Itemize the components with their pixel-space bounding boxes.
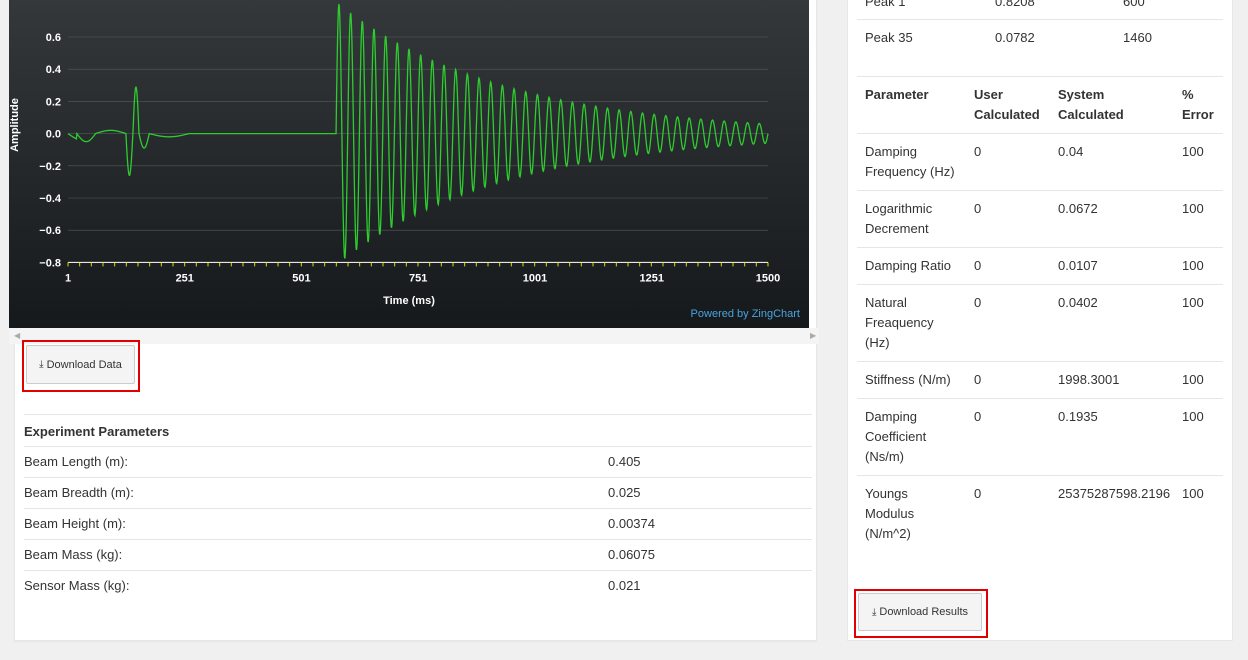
powered-by-link[interactable]: Powered by ZingChart [691, 308, 800, 320]
x-tick-label: 501 [292, 272, 310, 284]
param-value: 0.021 [608, 578, 641, 593]
param-row: Beam Mass (kg): 0.06075 [24, 539, 812, 570]
row-label-line: Frequency (Hz) [865, 164, 955, 179]
header-user-2: Calculated [974, 107, 1040, 122]
peak-amplitude: 0.8208 [995, 0, 1035, 9]
x-tick-label: 1251 [639, 272, 663, 284]
param-value: 0.025 [608, 485, 641, 500]
peak-time: 600 [1123, 0, 1145, 9]
param-label: Sensor Mass (kg): [24, 578, 130, 593]
download-icon: ⤓ [39, 359, 44, 370]
row-label-line: Modulus [865, 506, 915, 521]
download-data-button[interactable]: ⤓ Download Data [26, 345, 135, 384]
x-tick-label: 1001 [523, 272, 547, 284]
row-system: 25375287598.2196 [1058, 486, 1171, 501]
param-value: 0.00374 [608, 516, 655, 531]
row-user: 0 [974, 372, 982, 387]
param-label: Beam Mass (kg): [24, 547, 123, 562]
row-error: 100 [1182, 258, 1204, 273]
row-user: 0 [974, 201, 982, 216]
row-label-line: Damping [865, 144, 918, 159]
header-system-2: Calculated [1058, 107, 1124, 122]
scroll-left-icon[interactable]: ◀ [14, 331, 20, 341]
row-system: 1998.3001 [1058, 372, 1120, 387]
row-label-line: Damping Ratio [865, 258, 951, 273]
row-error: 100 [1182, 372, 1204, 387]
y-tick-label: −0.2 [39, 161, 61, 173]
row-system: 0.0672 [1058, 201, 1098, 216]
row-system: 0.04 [1058, 144, 1084, 159]
divider [24, 414, 812, 415]
row-label-line: Logarithmic [865, 201, 933, 216]
y-tick-label: −0.8 [39, 257, 61, 269]
x-tick-label: 251 [176, 272, 194, 284]
param-row: Beam Breadth (m): 0.025 [24, 477, 812, 508]
header-error-1: % [1182, 87, 1194, 102]
x-tick-label: 751 [409, 272, 427, 284]
download-icon: ⤓ [871, 606, 877, 618]
y-tick-label: −0.4 [39, 193, 62, 205]
param-row: Beam Height (m): 0.00374 [24, 508, 812, 539]
y-axis-label: Amplitude [9, 98, 21, 152]
chart-grid [67, 36, 769, 267]
row-user: 0 [974, 486, 982, 501]
scroll-right-icon[interactable]: ▶ [810, 331, 816, 341]
row-system: 0.1935 [1058, 409, 1098, 424]
param-label: Beam Breadth (m): [24, 485, 134, 500]
row-error: 100 [1182, 409, 1204, 424]
y-tick-label: 0.4 [46, 64, 62, 76]
row-label-line: Natural [865, 295, 907, 310]
series-line-amplitude [67, 3, 769, 259]
row-label-line: (Hz) [865, 335, 890, 350]
row-label-line: Stiffness (N/m) [865, 372, 951, 387]
peak-name: Peak 1 [865, 0, 906, 9]
row-label-line: Freaquency [865, 315, 934, 330]
row-system: 0.0107 [1058, 258, 1098, 273]
row-label-line: (Ns/m) [865, 449, 904, 464]
header-parameter: Parameter [865, 87, 929, 102]
y-tick-label: 0.6 [46, 32, 61, 44]
download-results-label: Download Results [879, 606, 969, 618]
param-label: Beam Length (m): [24, 454, 129, 469]
param-value: 0.06075 [608, 547, 655, 562]
row-error: 100 [1182, 295, 1204, 310]
y-tick-label: −0.6 [39, 225, 61, 237]
row-error: 100 [1182, 144, 1204, 159]
row-label-line: Coefficient [865, 429, 927, 444]
row-user: 0 [974, 258, 982, 273]
peak-amplitude: 0.0782 [995, 30, 1035, 45]
row-label-line: Damping [865, 409, 918, 424]
y-tick-labels: 0.6 0.4 0.2 0.0 −0.2 −0.4 −0.6 −0.8 [39, 32, 62, 269]
y-tick-label: 0.0 [46, 129, 61, 141]
peak-time: 1460 [1123, 30, 1152, 45]
x-tick-label: 1 [65, 272, 71, 284]
row-label-line: Youngs [865, 486, 908, 501]
row-error: 100 [1182, 201, 1204, 216]
peak-name: Peak 35 [865, 30, 913, 45]
download-data-label: Download Data [46, 358, 122, 371]
param-label: Beam Height (m): [24, 516, 126, 531]
header-system-1: System [1058, 87, 1105, 102]
row-label-line: (N/m^2) [865, 526, 911, 541]
x-tick-label: 1500 [756, 272, 780, 284]
param-value: 0.405 [608, 454, 641, 469]
row-error: 100 [1182, 486, 1204, 501]
params-title: Experiment Parameters [24, 424, 170, 439]
amplitude-chart: 0.6 0.4 0.2 0.0 −0.2 −0.4 −0.6 −0.8 1 251 501 751 1… [9, 0, 809, 328]
header-error-2: Error [1182, 107, 1214, 122]
row-user: 0 [974, 409, 982, 424]
row-user: 0 [974, 144, 982, 159]
x-tick-labels: 1 251 501 751 1001 1251 1500 [65, 272, 780, 284]
y-tick-label: 0.2 [46, 96, 61, 108]
x-axis-label: Time (ms) [383, 295, 435, 307]
param-row: Beam Length (m): 0.405 [24, 446, 812, 477]
header-user-1: User [974, 87, 1003, 102]
chart-svg: 0.60.40.20.0−0.2−0.4−0.6−0.8 1 251 501 751 1… [9, 3, 800, 320]
row-system: 0.0402 [1058, 295, 1098, 310]
download-results-button[interactable]: ⤓ Download Results [858, 593, 982, 631]
row-user: 0 [974, 295, 982, 310]
param-row: Sensor Mass (kg): 0.021 [24, 570, 812, 601]
row-label-line: Decrement [865, 221, 929, 236]
